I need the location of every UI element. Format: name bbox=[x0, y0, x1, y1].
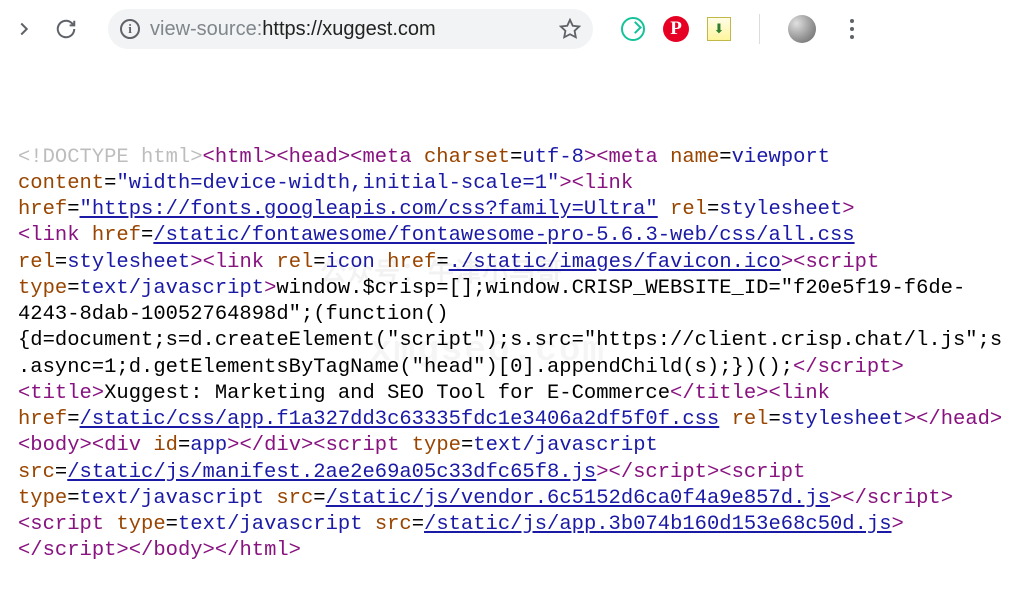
source-token-link[interactable]: "https://fonts.googleapis.com/css?family… bbox=[80, 198, 658, 221]
source-token-attrname: rel bbox=[670, 198, 707, 221]
source-token-attrname: type bbox=[18, 487, 67, 510]
source-token-attrname: type bbox=[116, 513, 165, 536]
source-token-attrname: content bbox=[18, 172, 104, 195]
source-token-tag: </scr bbox=[18, 539, 80, 562]
source-token-tag: ipt> bbox=[80, 539, 129, 562]
source-token-open: <script bbox=[719, 461, 805, 484]
source-token-tag: </html> bbox=[215, 539, 301, 562]
source-token-attrval: text/javascript bbox=[80, 277, 265, 300]
source-token-link[interactable]: /static/js/manifest.2ae2e69a05c33dfc65f8… bbox=[67, 461, 596, 484]
extension-icons: P ⬇ bbox=[621, 14, 868, 44]
source-token-attrval: viewport bbox=[732, 146, 830, 169]
source-token-attrval: stylesheet bbox=[781, 408, 904, 431]
source-token-attrval: text/javascript bbox=[178, 513, 363, 536]
source-token-link[interactable]: /static/js/app.3b074b160d153e68c50d.js bbox=[424, 513, 891, 536]
source-token-attrname: href bbox=[92, 224, 141, 247]
pinterest-extension-icon[interactable]: P bbox=[663, 16, 689, 42]
source-token-tag: > bbox=[830, 487, 842, 510]
source-token-attrval: text/javascript bbox=[80, 487, 265, 510]
source-token-attrval: stylesheet bbox=[67, 251, 190, 274]
bookmark-star-icon[interactable] bbox=[559, 18, 581, 40]
source-token-tag: > bbox=[190, 251, 202, 274]
source-token-attrval: stylesheet bbox=[719, 198, 842, 221]
source-token-open: <script bbox=[18, 513, 104, 536]
source-token-doctype: <!DOCTYPE html> bbox=[18, 146, 203, 169]
source-token-tag: ipt> bbox=[670, 461, 719, 484]
source-token-open: <link bbox=[203, 251, 265, 274]
source-token-attrname: type bbox=[18, 277, 67, 300]
reload-button[interactable] bbox=[52, 15, 80, 43]
source-token-open: <link bbox=[768, 382, 830, 405]
source-token-link[interactable]: /static/js/vendor.6c5152d6ca0f4a9e857d.j… bbox=[326, 487, 830, 510]
source-token-attrname: rel bbox=[276, 251, 313, 274]
source-token-attrname: src bbox=[18, 461, 55, 484]
source-token-attrname: type bbox=[412, 434, 461, 457]
url-text: view-source:https://xuggest.com bbox=[150, 18, 549, 41]
source-token-link[interactable]: ./static/images/favicon.ico bbox=[449, 251, 781, 274]
source-token-attrname: name bbox=[670, 146, 719, 169]
source-token-attrname: href bbox=[18, 198, 67, 221]
view-source-content[interactable]: 公众号：牛津小马哥 xmgseo.com <!DOCTYPE html><htm… bbox=[0, 58, 1024, 572]
source-token-tag: ipt> bbox=[904, 487, 953, 510]
source-token-open: <div bbox=[92, 434, 141, 457]
source-token-tag: > bbox=[904, 408, 916, 431]
toolbar-divider bbox=[759, 14, 760, 44]
kebab-menu-icon[interactable] bbox=[842, 19, 862, 39]
site-info-icon[interactable]: i bbox=[120, 19, 140, 39]
source-token-tag: > bbox=[842, 198, 854, 221]
source-token-open: <link bbox=[572, 172, 634, 195]
source-token-open: <meta bbox=[350, 146, 412, 169]
source-token-tag: > bbox=[781, 251, 793, 274]
source-token-tag: <body> bbox=[18, 434, 92, 457]
source-token-attrname: rel bbox=[732, 408, 769, 431]
source-token-attrname: href bbox=[387, 251, 436, 274]
source-token-attrval: "width=device-width,initial-scale=1" bbox=[116, 172, 559, 195]
source-token-tag: <title> bbox=[18, 382, 104, 405]
source-token-tag: > bbox=[892, 513, 904, 536]
source-token-link[interactable]: /static/css/app.f1a327dd3c63335fdc1e3406… bbox=[80, 408, 720, 431]
source-token-tag: > bbox=[584, 146, 596, 169]
source-token-tag: </head> bbox=[916, 408, 1002, 431]
source-token-text: Xuggest: Marketing and SEO Tool for E-Co… bbox=[104, 382, 670, 405]
source-token-tag: <head> bbox=[276, 146, 350, 169]
source-token-attrval: app bbox=[190, 434, 227, 457]
source-token-tag: > bbox=[596, 461, 608, 484]
source-token-attrval: text/javascript bbox=[473, 434, 658, 457]
source-token-attrname: src bbox=[276, 487, 313, 510]
source-token-tag: </title> bbox=[670, 382, 768, 405]
source-token-attrname: id bbox=[153, 434, 178, 457]
source-token-tag: </scr bbox=[793, 356, 855, 379]
source-token-tag: </body> bbox=[129, 539, 215, 562]
source-token-tag: </scr bbox=[609, 461, 671, 484]
browser-toolbar: i view-source:https://xuggest.com P ⬇ bbox=[0, 0, 1024, 58]
source-token-attrval: utf-8 bbox=[522, 146, 584, 169]
forward-button[interactable] bbox=[10, 15, 38, 43]
address-bar[interactable]: i view-source:https://xuggest.com bbox=[108, 9, 593, 49]
source-token-attrname: href bbox=[18, 408, 67, 431]
url-prefix: view-source: bbox=[150, 18, 262, 40]
source-token-open: <meta bbox=[596, 146, 658, 169]
source-token-tag: </div> bbox=[239, 434, 313, 457]
url-host: https://xuggest.com bbox=[262, 18, 435, 40]
source-token-tag: </scr bbox=[842, 487, 904, 510]
source-token-open: <script bbox=[793, 251, 879, 274]
source-token-link[interactable]: /static/fontawesome/fontawesome-pro-5.6.… bbox=[153, 224, 854, 247]
profile-avatar[interactable] bbox=[788, 15, 816, 43]
download-extension-icon[interactable]: ⬇ bbox=[707, 17, 731, 41]
source-token-open: <script bbox=[313, 434, 399, 457]
source-token-attrname: charset bbox=[424, 146, 510, 169]
source-token-open: <link bbox=[18, 224, 80, 247]
source-token-tag: <html> bbox=[203, 146, 277, 169]
source-token-tag: > bbox=[227, 434, 239, 457]
source-token-attrname: src bbox=[375, 513, 412, 536]
source-token-attrname: rel bbox=[18, 251, 55, 274]
grammarly-extension-icon[interactable] bbox=[621, 17, 645, 41]
source-token-attrval: icon bbox=[326, 251, 375, 274]
source-token-tag: ipt> bbox=[855, 356, 904, 379]
source-token-tag: > bbox=[559, 172, 571, 195]
source-token-tag: > bbox=[264, 277, 276, 300]
